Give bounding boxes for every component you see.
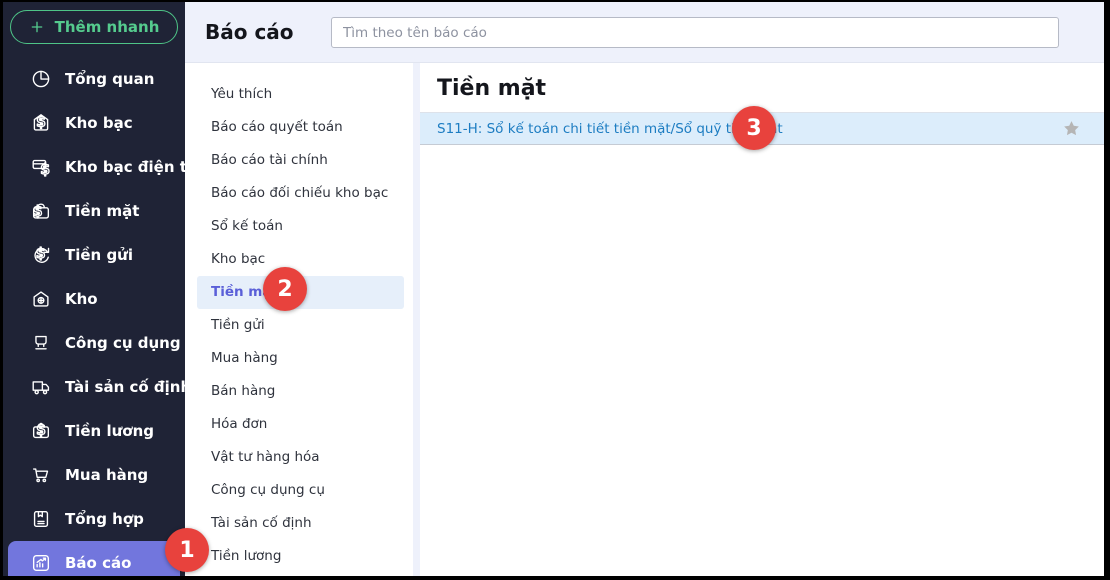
sidebar-item-label: Tổng hợp xyxy=(65,510,144,528)
report-link[interactable]: S11-H: Sổ kế toán chi tiết tiền mặt/Sổ q… xyxy=(437,121,783,137)
sidebar-nav: Tổng quan Kho bạc Kho bạc điện tử Tiền m… xyxy=(3,57,185,576)
sidebar-item-mua-hang[interactable]: Mua hàng xyxy=(8,453,180,497)
report-category-yeu-thich[interactable]: Yêu thích xyxy=(197,78,404,111)
warehouse-icon xyxy=(30,288,52,310)
deposit-cycle-icon xyxy=(30,244,52,266)
page-header: Báo cáo xyxy=(185,2,1104,63)
page-title: Báo cáo xyxy=(205,20,294,44)
quick-add-label: Thêm nhanh xyxy=(55,18,160,36)
main-sidebar: Thêm nhanh Tổng quan Kho bạc Kho bạc điệ… xyxy=(3,2,185,576)
app-window: Thêm nhanh Tổng quan Kho bạc Kho bạc điệ… xyxy=(3,2,1104,576)
report-category-menu: Yêu thích Báo cáo quyết toán Báo cáo tài… xyxy=(185,63,413,576)
step-2-badge: 2 xyxy=(263,267,307,311)
sidebar-item-tong-quan[interactable]: Tổng quan xyxy=(8,57,180,101)
sidebar-item-label: Tiền lương xyxy=(65,422,154,440)
sidebar-item-tien-luong[interactable]: Tiền lương xyxy=(8,409,180,453)
sidebar-item-label: Mua hàng xyxy=(65,466,148,484)
report-category-bao-cao-quyet-toan[interactable]: Báo cáo quyết toán xyxy=(197,111,404,144)
report-chart-icon xyxy=(30,552,52,574)
report-category-tien-gui[interactable]: Tiền gửi xyxy=(197,309,404,342)
right-pane: Báo cáo Yêu thích Báo cáo quyết toán Báo… xyxy=(185,2,1104,576)
sidebar-item-label: Kho xyxy=(65,290,98,308)
pie-chart-icon xyxy=(30,68,52,90)
sidebar-item-kho-bac[interactable]: Kho bạc xyxy=(8,101,180,145)
ledger-icon xyxy=(30,508,52,530)
step-1-badge: 1 xyxy=(165,528,209,572)
quick-add-button[interactable]: Thêm nhanh xyxy=(10,10,178,44)
report-category-mua-hang[interactable]: Mua hàng xyxy=(197,342,404,375)
report-category-hoa-don[interactable]: Hóa đơn xyxy=(197,408,404,441)
report-category-cong-cu-dung-cu[interactable]: Công cụ dụng cụ xyxy=(197,474,404,507)
report-category-so-ke-toan[interactable]: Sổ kế toán xyxy=(197,210,404,243)
sidebar-item-tien-mat[interactable]: Tiền mặt xyxy=(8,189,180,233)
sidebar-item-label: Kho bạc xyxy=(65,114,133,132)
sidebar-item-label: Tiền mặt xyxy=(65,202,139,220)
report-category-tai-san-co-dinh[interactable]: Tài sản cố định xyxy=(197,507,404,540)
cash-wallet-icon xyxy=(30,200,52,222)
report-category-vat-tu-hang-hoa[interactable]: Vật tư hàng hóa xyxy=(197,441,404,474)
panel-divider xyxy=(413,63,420,576)
tools-icon xyxy=(30,332,52,354)
sidebar-item-tong-hop[interactable]: Tổng hợp xyxy=(8,497,180,541)
sidebar-item-bao-cao[interactable]: Báo cáo xyxy=(8,541,180,576)
report-category-tien-luong[interactable]: Tiền lương xyxy=(197,540,404,573)
report-category-bao-cao-doi-chieu-kho-bac[interactable]: Báo cáo đối chiếu kho bạc xyxy=(197,177,404,210)
salary-briefcase-icon xyxy=(30,420,52,442)
plus-icon xyxy=(29,19,45,35)
sidebar-item-label: Kho bạc điện tử xyxy=(65,158,198,176)
sidebar-item-label: Báo cáo xyxy=(65,554,131,572)
sidebar-item-label: Tài sản cố định xyxy=(65,378,191,396)
sidebar-item-kho[interactable]: Kho xyxy=(8,277,180,321)
e-treasury-icon xyxy=(30,156,52,178)
sidebar-item-kho-bac-dien-tu[interactable]: Kho bạc điện tử xyxy=(8,145,180,189)
step-3-badge: 3 xyxy=(732,106,776,150)
report-search-input[interactable] xyxy=(331,17,1059,48)
sidebar-item-label: Tổng quan xyxy=(65,70,154,88)
truck-icon xyxy=(30,376,52,398)
sidebar-item-label: Tiền gửi xyxy=(65,246,133,264)
sidebar-item-tien-gui[interactable]: Tiền gửi xyxy=(8,233,180,277)
report-category-bao-cao-tai-chinh[interactable]: Báo cáo tài chính xyxy=(197,144,404,177)
star-icon[interactable] xyxy=(1061,118,1082,139)
cart-icon xyxy=(30,464,52,486)
category-title: Tiền mặt xyxy=(420,63,1104,113)
report-category-kho-bac[interactable]: Kho bạc xyxy=(197,243,404,276)
sidebar-item-cong-cu-dung-cu[interactable]: Công cụ dụng cụ xyxy=(8,321,180,365)
sidebar-item-tai-san-co-dinh[interactable]: Tài sản cố định xyxy=(8,365,180,409)
report-category-ban-hang[interactable]: Bán hàng xyxy=(197,375,404,408)
content-area: Yêu thích Báo cáo quyết toán Báo cáo tài… xyxy=(185,63,1104,576)
treasury-shield-icon xyxy=(30,112,52,134)
